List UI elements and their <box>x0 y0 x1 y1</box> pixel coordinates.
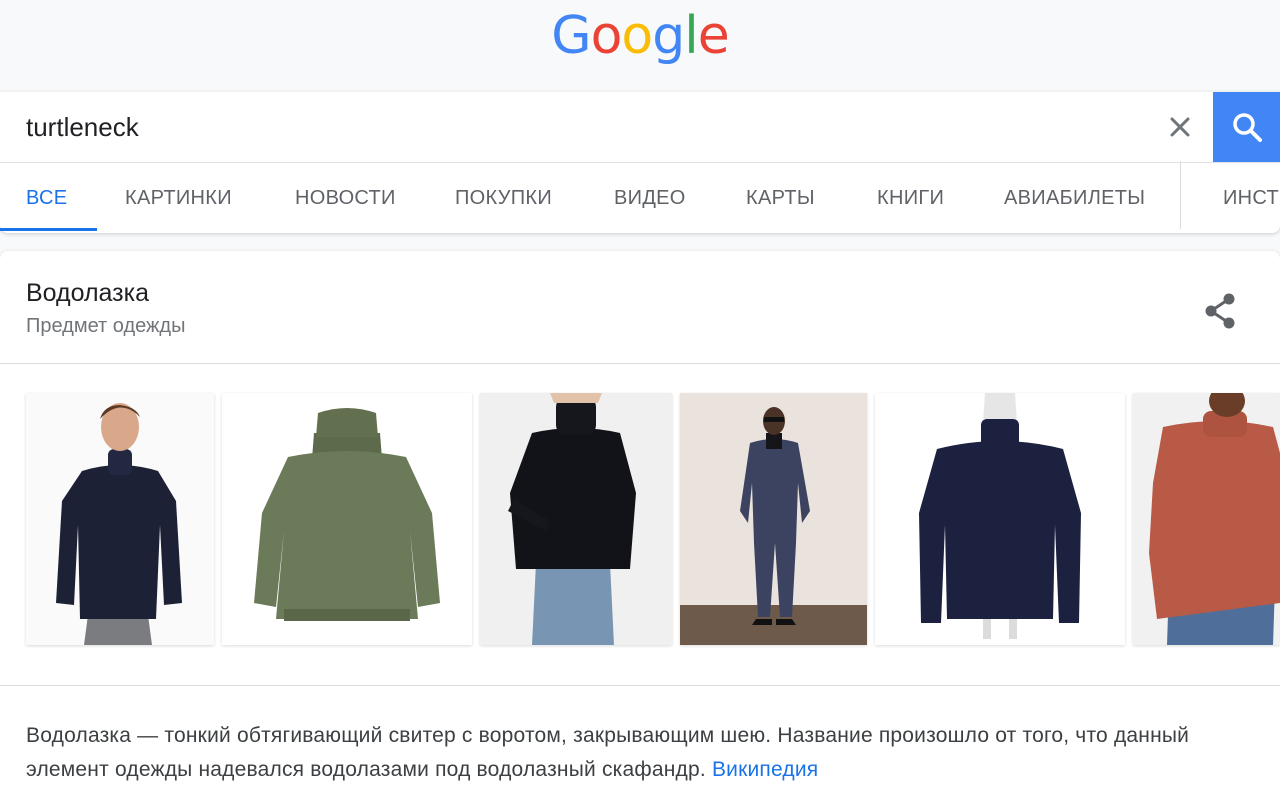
search-input[interactable] <box>0 92 1150 162</box>
navy-turtleneck-mannequin-image <box>875 393 1125 645</box>
wikipedia-link[interactable]: Википедия <box>712 758 818 781</box>
divider <box>0 363 1280 364</box>
tab-shopping[interactable]: ПОКУПКИ <box>455 163 552 233</box>
man-suit-turtleneck-image <box>680 393 867 645</box>
image-thumbnail[interactable] <box>222 393 472 645</box>
logo-letter: o <box>590 6 623 66</box>
entity-title: Водолазка <box>26 279 150 307</box>
tab-maps[interactable]: КАРТЫ <box>746 163 815 233</box>
search-panel: ВСЕ КАРТИНКИ НОВОСТИ ПОКУПКИ ВИДЕО КАРТЫ… <box>0 92 1280 233</box>
description-text: Водолазка — тонкий обтягивающий свитер с… <box>26 724 1190 781</box>
logo-letter: G <box>551 6 591 66</box>
knowledge-panel: Водолазка Предмет одежды Водолазка — тон… <box>0 251 1280 797</box>
image-thumbnail[interactable] <box>480 393 672 645</box>
tab-flights[interactable]: АВИАБИЛЕТЫ <box>1004 163 1145 233</box>
tab-images[interactable]: КАРТИНКИ <box>125 163 232 233</box>
google-logo[interactable]: Google <box>0 6 1280 66</box>
entity-subtitle: Предмет одежды <box>26 315 186 337</box>
tab-videos[interactable]: ВИДЕО <box>614 163 686 233</box>
active-tab-indicator <box>0 228 97 231</box>
share-button[interactable] <box>1198 289 1242 333</box>
tab-tools[interactable]: ИНСТ <box>1223 163 1279 233</box>
olive-knit-sweater-image <box>222 393 472 645</box>
image-thumbnail[interactable] <box>680 393 867 645</box>
close-icon <box>1170 117 1190 137</box>
woman-black-turtleneck-image <box>480 393 672 645</box>
entity-description: Водолазка — тонкий обтягивающий свитер с… <box>26 719 1256 787</box>
logo-letter: l <box>684 6 698 66</box>
divider <box>0 685 1280 686</box>
image-thumbnail[interactable] <box>875 393 1125 645</box>
woman-rust-turtleneck-image <box>1133 393 1280 645</box>
search-bar <box>0 92 1280 163</box>
tab-books[interactable]: КНИГИ <box>877 163 944 233</box>
logo-letter: g <box>652 6 685 66</box>
share-icon <box>1205 293 1235 329</box>
search-icon <box>1232 113 1262 142</box>
page: Google ВСЕ КАРТИНКИ НОВОСТИ ПОКУПКИ ВИДЕ… <box>0 0 1280 797</box>
search-tabs: ВСЕ КАРТИНКИ НОВОСТИ ПОКУПКИ ВИДЕО КАРТЫ… <box>0 163 1280 233</box>
image-thumbnail[interactable] <box>1133 393 1280 645</box>
man-navy-turtleneck-image <box>26 393 214 645</box>
tabs-divider <box>1180 161 1181 229</box>
clear-button[interactable] <box>1158 104 1202 150</box>
logo-letter: e <box>697 6 730 66</box>
tab-news[interactable]: НОВОСТИ <box>295 163 396 233</box>
search-button[interactable] <box>1213 92 1280 162</box>
image-thumbnail[interactable] <box>26 393 214 645</box>
tab-all[interactable]: ВСЕ <box>26 163 67 233</box>
logo-letter: o <box>621 6 653 66</box>
image-carousel <box>0 393 1280 645</box>
